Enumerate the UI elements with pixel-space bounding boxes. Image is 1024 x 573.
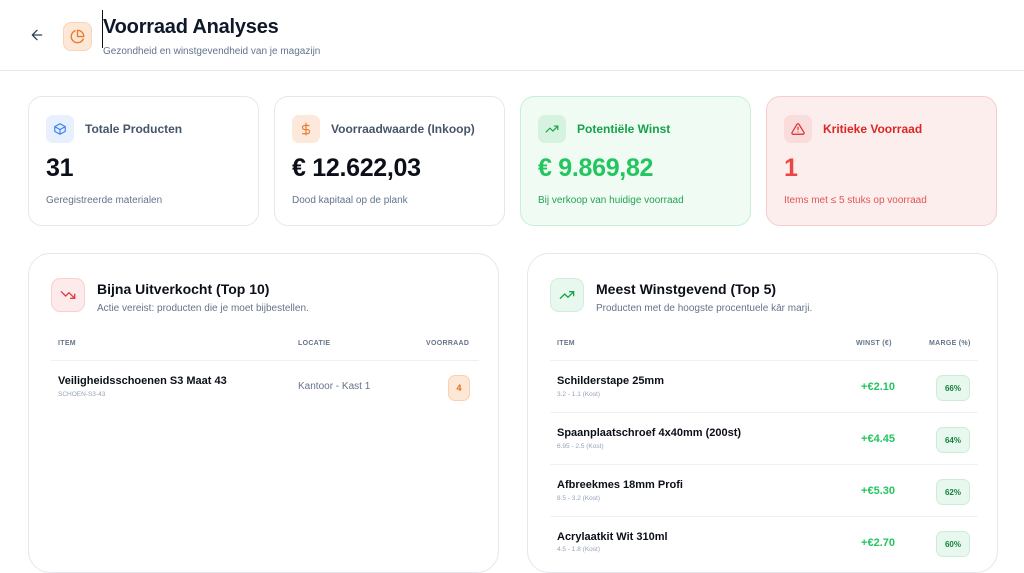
stat-label: Kritieke Voorraad <box>823 122 923 136</box>
panel-title: Meest Winstgevend (Top 5) <box>596 281 777 297</box>
stat-card-total-products: Totale Producten 31 Geregistreerde mater… <box>28 96 259 226</box>
column-header-item: ITEM <box>557 340 575 347</box>
item-location: Kantoor - Kast 1 <box>298 381 371 392</box>
trending-down-icon <box>51 278 85 312</box>
box-icon <box>46 115 74 143</box>
page-header: Voorraad Analyses Gezondheid en winstgev… <box>0 0 1024 71</box>
column-header-margin: MARGE (%) <box>929 340 971 347</box>
stat-card-critical-stock: Kritieke Voorraad 1 Items met ≤ 5 stuks … <box>766 96 997 226</box>
stat-note: Bij verkoop van huidige voorraad <box>538 195 684 206</box>
low-stock-panel: Bijna Uitverkocht (Top 10) Actie vereist… <box>28 253 499 573</box>
item-sku: SCHOEN-S3-43 <box>58 391 106 398</box>
divider <box>51 360 479 361</box>
profit-value: +€4.45 <box>861 433 895 445</box>
stat-label: Voorraadwaarde (Inkoop) <box>331 122 475 136</box>
stat-note: Geregistreerde materialen <box>46 195 163 206</box>
item-detail: 6.95 - 2.5 (Kost) <box>557 443 604 450</box>
stat-card-stock-value: Voorraadwaarde (Inkoop) € 12.622,03 Dood… <box>274 96 505 226</box>
column-header-stock: VOORRAAD <box>426 340 470 347</box>
stat-note: Dood kapitaal op de plank <box>292 195 408 206</box>
stat-value: 1 <box>784 154 798 182</box>
column-header-item: ITEM <box>58 340 76 347</box>
margin-badge: 64% <box>936 427 970 453</box>
logo-badge <box>63 22 92 51</box>
stat-value: 31 <box>46 154 74 182</box>
divider <box>550 464 978 465</box>
profit-value: +€5.30 <box>861 485 895 497</box>
profit-value: +€2.10 <box>861 381 895 393</box>
dollar-icon <box>292 115 320 143</box>
stock-badge: 4 <box>448 375 470 401</box>
page-title: Voorraad Analyses <box>103 16 279 38</box>
item-detail: 3.2 - 1.1 (Kost) <box>557 391 600 398</box>
alert-triangle-icon <box>784 115 812 143</box>
divider <box>550 360 978 361</box>
column-header-location: LOCATIE <box>298 340 331 347</box>
item-name: Spaanplaatschroef 4x40mm (200st) <box>557 427 742 439</box>
divider <box>550 516 978 517</box>
stat-label: Totale Producten <box>85 122 183 136</box>
margin-badge: 60% <box>936 531 970 557</box>
panel-subtitle: Producten met de hoogste procentuele kār… <box>596 303 813 314</box>
page-subtitle: Gezondheid en winstgevendheid van je mag… <box>103 46 321 57</box>
back-button[interactable] <box>26 24 48 46</box>
item-name: Afbreekmes 18mm Profi <box>557 479 683 491</box>
margin-badge: 66% <box>936 375 970 401</box>
stat-value: € 9.869,82 <box>538 154 654 182</box>
trending-up-icon <box>538 115 566 143</box>
item-name: Acrylaatkit Wit 310ml <box>557 531 668 543</box>
panel-title: Bijna Uitverkocht (Top 10) <box>97 281 270 297</box>
stat-label: Potentiële Winst <box>577 122 671 136</box>
column-header-profit: WINST (€) <box>856 340 892 347</box>
item-name: Schilderstape 25mm <box>557 375 664 387</box>
item-detail: 4.5 - 1.8 (Kost) <box>557 546 600 553</box>
profit-value: +€2.70 <box>861 537 895 549</box>
margin-badge: 62% <box>936 479 970 505</box>
top-profit-panel: Meest Winstgevend (Top 5) Producten met … <box>527 253 998 573</box>
stat-card-potential-profit: Potentiële Winst € 9.869,82 Bij verkoop … <box>520 96 751 226</box>
stat-note: Items met ≤ 5 stuks op voorraad <box>784 195 927 206</box>
stat-value: € 12.622,03 <box>292 154 421 182</box>
arrow-left-icon <box>31 29 43 41</box>
panel-subtitle: Actie vereist: producten die je moet bij… <box>97 303 309 314</box>
trending-up-icon <box>550 278 584 312</box>
item-detail: 8.5 - 3.2 (Kost) <box>557 495 600 502</box>
divider <box>550 412 978 413</box>
pie-chart-icon <box>70 29 85 44</box>
item-name: Veiligheidsschoenen S3 Maat 43 <box>58 375 227 387</box>
